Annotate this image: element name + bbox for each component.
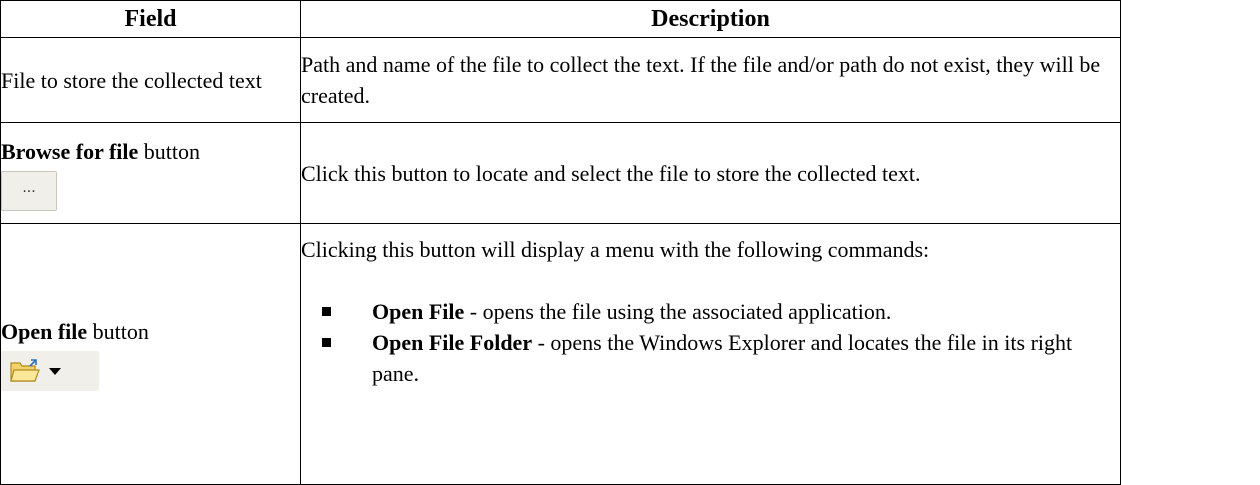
command-list: Open File - opens the file using the ass… <box>301 296 1120 389</box>
folder-open-icon <box>10 359 40 382</box>
header-field: Field <box>0 0 301 38</box>
field-cell: Open file button <box>0 223 301 485</box>
browse-for-file-button[interactable]: ... <box>1 170 57 211</box>
bullet-icon <box>322 338 331 347</box>
field-label-bold: Open file <box>1 319 88 344</box>
description-cell: Clicking this button will display a menu… <box>300 223 1121 485</box>
command-name: Open File <box>372 299 465 324</box>
table-row: File to store the collected text Path an… <box>0 37 1121 123</box>
field-cell: File to store the collected text <box>0 37 301 123</box>
field-label-suffix: button <box>87 319 149 344</box>
description-cell: Click this button to locate and select t… <box>300 122 1121 224</box>
command-name: Open File Folder <box>372 330 533 355</box>
table-header-row: Field Description <box>0 0 1121 38</box>
description-cell: Path and name of the file to collect the… <box>300 37 1121 123</box>
header-description: Description <box>300 0 1121 38</box>
table-row: Browse for file button ... Click this bu… <box>0 122 1121 224</box>
description-text: Click this button to locate and select t… <box>301 160 921 186</box>
field-label-suffix: button <box>138 138 200 164</box>
list-item: Open File - opens the file using the ass… <box>301 296 1120 327</box>
table-row: Open file button Clicking this button wi… <box>0 223 1121 485</box>
command-text: - opens the file using the associated ap… <box>464 299 892 324</box>
field-label-bold: Browse for file <box>1 138 139 164</box>
description-text: Clicking this button will display a menu… <box>301 237 930 262</box>
field-label: File to store the collected text <box>1 67 262 93</box>
field-description-table: Field Description File to store the coll… <box>0 0 1121 485</box>
open-file-button[interactable] <box>1 351 99 391</box>
chevron-down-icon <box>49 367 61 375</box>
description-text: Path and name of the file to collect the… <box>301 52 1101 108</box>
field-cell: Browse for file button ... <box>0 122 301 224</box>
list-item: Open File Folder - opens the Windows Exp… <box>301 327 1120 389</box>
bullet-icon <box>322 307 331 316</box>
browse-button-label: ... <box>22 178 36 196</box>
